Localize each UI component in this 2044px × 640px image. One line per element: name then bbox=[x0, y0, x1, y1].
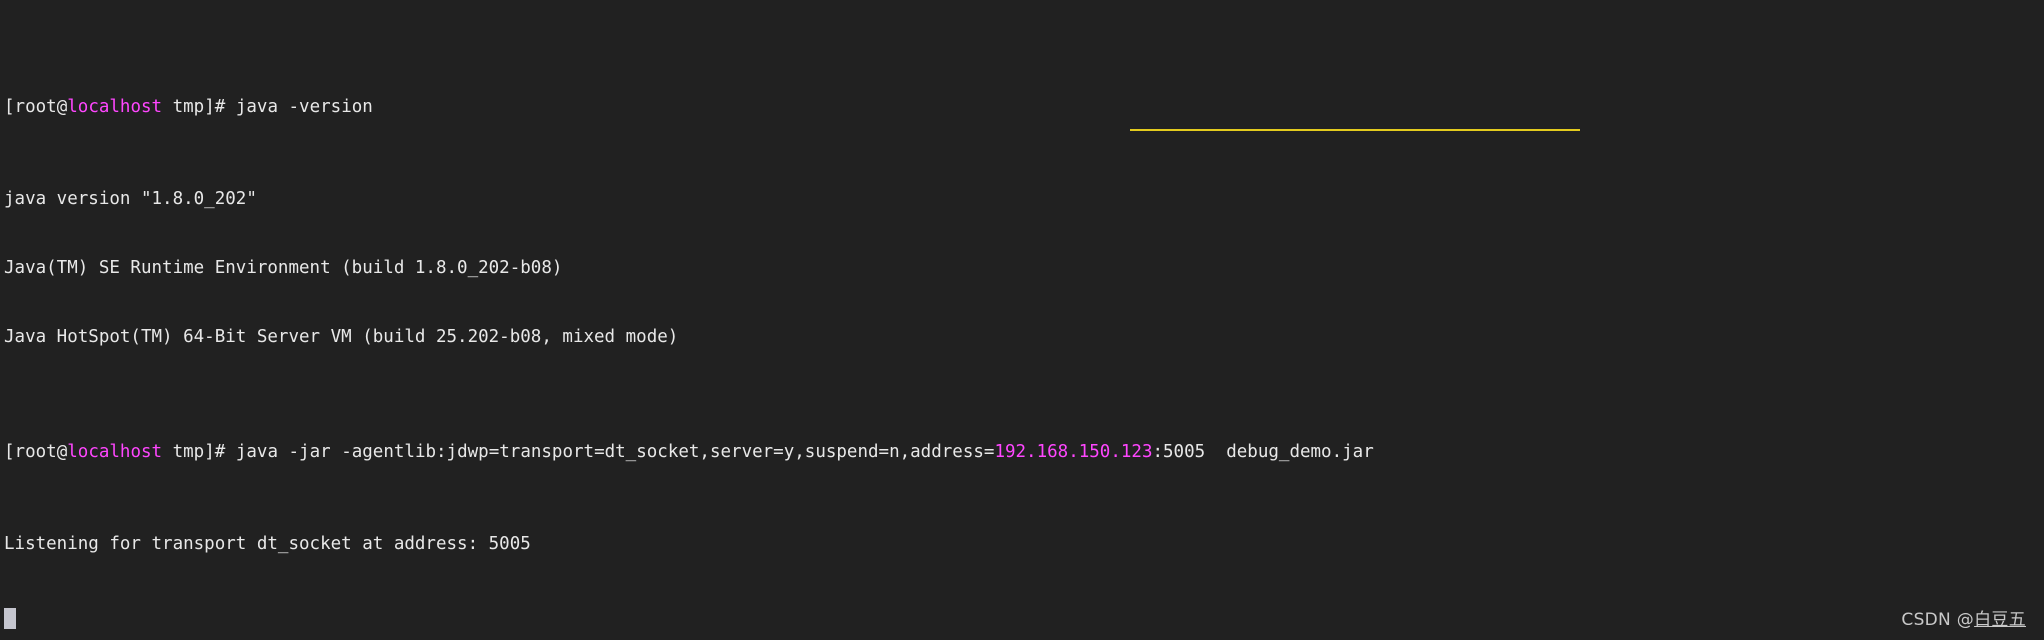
prompt-user: root bbox=[14, 97, 57, 117]
command-text: java -version bbox=[235, 97, 373, 117]
prompt-path-2: tmp bbox=[162, 442, 205, 462]
prompt-bracket-close-2: ]# bbox=[204, 442, 236, 462]
prompt-at-2: @ bbox=[56, 442, 68, 462]
prompt-line-java-version: [root@localhost tmp]# java -version bbox=[4, 96, 2044, 119]
prompt-host: localhost bbox=[67, 97, 163, 117]
terminal-screen[interactable]: [root@localhost tmp]# java -version java… bbox=[4, 4, 2044, 640]
watermark: CSDN @白豆五 bbox=[1901, 609, 2026, 632]
prompt-bracket-close: ]# bbox=[204, 97, 236, 117]
address-underline-annotation bbox=[1130, 129, 1580, 131]
prompt-host-2: localhost bbox=[67, 442, 163, 462]
watermark-author: 白豆五 bbox=[1974, 610, 2026, 630]
output-jre: Java(TM) SE Runtime Environment (build 1… bbox=[4, 258, 563, 278]
prompt-line-java-jar: [root@localhost tmp]# java -jar -agentli… bbox=[4, 441, 2044, 464]
prompt-bracket-open-2: [ bbox=[4, 442, 15, 462]
prompt-user-2: root bbox=[14, 442, 57, 462]
command-prefix: java -jar -agentlib:jdwp=transport=dt_so… bbox=[235, 442, 995, 462]
command-suffix: :5005 debug_demo.jar bbox=[1152, 442, 1374, 462]
output-hotspot: Java HotSpot(TM) 64-Bit Server VM (build… bbox=[4, 327, 679, 347]
prompt-path: tmp bbox=[162, 97, 205, 117]
output-java-version: java version "1.8.0_202" bbox=[4, 189, 257, 209]
prompt-at: @ bbox=[56, 97, 68, 117]
watermark-prefix: CSDN @ bbox=[1901, 610, 1975, 630]
prompt-bracket-open: [ bbox=[4, 97, 15, 117]
output-listening: Listening for transport dt_socket at add… bbox=[4, 534, 531, 554]
terminal-cursor bbox=[4, 608, 16, 629]
command-ip-address: 192.168.150.123 bbox=[994, 442, 1153, 462]
terminal-window[interactable]: [root@localhost tmp]# java -version java… bbox=[0, 0, 2044, 640]
